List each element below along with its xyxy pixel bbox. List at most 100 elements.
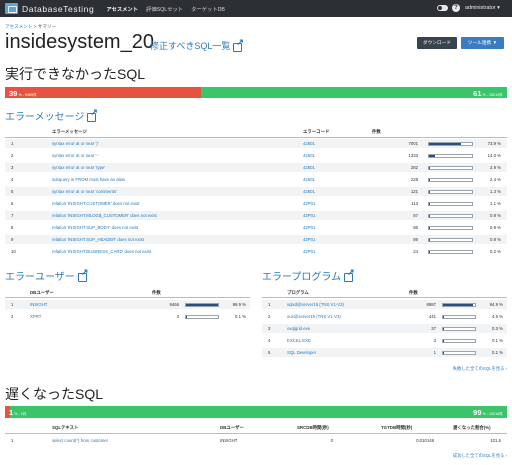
error-message-link[interactable]: syntax error at or near 'comments' bbox=[52, 189, 117, 194]
error-message-link[interactable]: relation 'INSIGHT.CUSTOMER' does not exi… bbox=[52, 201, 139, 206]
table-row: 6 relation 'INSIGHT.CUSTOMER' does not ex… bbox=[5, 199, 507, 208]
share-percent: 4.6 % bbox=[492, 314, 503, 319]
table-header-divider bbox=[262, 297, 507, 298]
error-count: 87 bbox=[413, 213, 418, 218]
page-title: insidesystem_20 bbox=[5, 31, 154, 53]
error-code-link[interactable]: 42P01 bbox=[303, 225, 315, 230]
error-message-link[interactable]: relation 'INSIGHT.BUSINESS_CARD' does no… bbox=[52, 249, 151, 254]
error-code-link[interactable]: 42P01 bbox=[303, 213, 315, 218]
view-all-success-link[interactable]: 成功した全てのSQLを見る › bbox=[453, 453, 507, 459]
row-number: 4 bbox=[268, 338, 271, 343]
external-link-icon[interactable] bbox=[77, 267, 88, 282]
col-slow-ratio: 遅くなった割合(%) bbox=[453, 425, 491, 430]
help-icon[interactable]: ? bbox=[452, 4, 460, 12]
share-bar-fill bbox=[443, 303, 474, 306]
sql-text-link[interactable]: select count(*) from customer bbox=[52, 438, 108, 443]
not-slow-portion bbox=[10, 406, 507, 418]
error-code-link[interactable]: 42601 bbox=[303, 141, 315, 146]
fix-sql-list-label[interactable]: 修正すべきSQL一覧 bbox=[150, 39, 230, 52]
share-bar bbox=[442, 302, 476, 307]
tgt-time: 0.010148 bbox=[416, 438, 434, 443]
share-bar-fill bbox=[443, 315, 445, 318]
share-percent: 1.1 % bbox=[490, 201, 501, 206]
error-count: 86 bbox=[413, 237, 418, 242]
error-message-link[interactable]: relation 'INSIGHT.SUP_HEADER' does not e… bbox=[52, 237, 144, 242]
program-link[interactable]: EXCEL.EXE bbox=[287, 338, 311, 343]
error-code-link[interactable]: 42601 bbox=[303, 177, 315, 182]
failed-ratio-label: 39% - 9469件 bbox=[9, 88, 37, 98]
app-brand[interactable]: DatabaseTesting bbox=[22, 4, 94, 14]
program-link[interactable]: SQL Developer bbox=[287, 350, 316, 355]
row-number: 1 bbox=[11, 302, 14, 307]
row-number: 1 bbox=[268, 302, 271, 307]
table-row: 3 syntax error at or near 'type' 42601 282 2… bbox=[5, 163, 507, 172]
share-bar bbox=[428, 165, 473, 170]
share-bar bbox=[428, 189, 473, 194]
fix-sql-list-link[interactable]: 修正すべきSQL一覧 bbox=[150, 37, 244, 52]
db-user-link[interactable]: INSIGHT bbox=[30, 302, 47, 307]
row-number: 3 bbox=[11, 165, 14, 170]
table-row: 10 relation 'INSIGHT.BUSINESS_CARD' does … bbox=[5, 247, 507, 256]
error-users-heading[interactable]: エラーユーザー bbox=[5, 267, 88, 283]
error-code-link[interactable]: 42P01 bbox=[303, 249, 315, 254]
share-bar-fill bbox=[429, 142, 461, 145]
row-number: 2 bbox=[268, 314, 271, 319]
app-logo-icon[interactable] bbox=[5, 3, 18, 14]
error-count: 37 bbox=[431, 326, 436, 331]
share-bar bbox=[428, 153, 473, 158]
col-tgt-time: TGTDB時間(秒) bbox=[381, 425, 413, 430]
share-bar bbox=[185, 314, 219, 319]
error-code-link[interactable]: 42601 bbox=[303, 153, 315, 158]
table-row: 2 XPRT 3 0.1 % bbox=[5, 312, 250, 321]
share-bar bbox=[428, 237, 473, 242]
table-row: 5 SQL Developer 1 0.1 % bbox=[262, 348, 507, 357]
error-programs-heading[interactable]: エラープログラム bbox=[262, 267, 355, 283]
share-bar bbox=[428, 177, 473, 182]
error-count: 86 bbox=[413, 225, 418, 230]
share-percent: 73.9 % bbox=[487, 141, 501, 146]
share-percent: 0.2 % bbox=[490, 249, 501, 254]
share-percent: 2.4 % bbox=[490, 177, 501, 182]
error-count: 113 bbox=[411, 201, 418, 206]
row-number: 1 bbox=[11, 141, 14, 146]
table-header-divider bbox=[5, 137, 507, 138]
error-code-link[interactable]: 42601 bbox=[303, 165, 315, 170]
nav-target-db[interactable]: ターゲットDB bbox=[191, 5, 225, 13]
src-time: 0 bbox=[330, 438, 333, 443]
col-program: プログラム bbox=[287, 290, 309, 295]
table-row: 8 relation 'INSIGHT.SUP_BODY' does not ex… bbox=[5, 223, 507, 232]
share-percent: 0.3 % bbox=[492, 326, 503, 331]
error-message-link[interactable]: subquery in FROM must have an alias bbox=[52, 177, 125, 182]
row-number: 4 bbox=[11, 177, 14, 182]
row-number: 9 bbox=[11, 237, 14, 242]
error-code-link[interactable]: 42P01 bbox=[303, 201, 315, 206]
error-code-link[interactable]: 42P01 bbox=[303, 237, 315, 242]
share-percent: 14.0 % bbox=[487, 153, 501, 158]
external-link-icon[interactable] bbox=[233, 37, 244, 52]
error-code-link[interactable]: 42601 bbox=[303, 189, 315, 194]
share-bar-fill bbox=[429, 190, 430, 193]
download-button[interactable]: ダウンロード bbox=[417, 37, 457, 49]
theme-toggle[interactable] bbox=[437, 5, 448, 11]
error-messages-heading[interactable]: エラーメッセージ bbox=[5, 107, 98, 123]
share-percent: 0.9 % bbox=[490, 213, 501, 218]
db-user-link[interactable]: XPRT bbox=[30, 314, 41, 319]
external-link-icon[interactable] bbox=[344, 267, 355, 282]
nav-eval-sql-set[interactable]: 評価SQLセット bbox=[146, 5, 183, 13]
program-link[interactable]: sqlxd@server19 (TNS V1-V3) bbox=[287, 302, 344, 307]
db-user: INSIGHT bbox=[220, 438, 238, 443]
breadcrumb-assessment[interactable]: アセスメント bbox=[5, 24, 32, 29]
error-message-link[interactable]: syntax error at or near '-' bbox=[52, 153, 99, 158]
error-message-link[interactable]: syntax error at or near ')' bbox=[52, 141, 99, 146]
row-number: 1 bbox=[11, 438, 14, 443]
nav-assessment[interactable]: アセスメント bbox=[106, 5, 138, 13]
error-message-link[interactable]: relation 'INSIGHT.SUP_BODY' does not exi… bbox=[52, 225, 138, 230]
tools-dropdown-button[interactable]: ツール連携 ▼ bbox=[461, 37, 504, 49]
program-link[interactable]: oux@server19 (TNS V1-V3) bbox=[287, 314, 341, 319]
view-all-failed-link[interactable]: 失敗した全てのSQLを見る › bbox=[453, 366, 507, 372]
user-menu[interactable]: administrator ▾ bbox=[465, 5, 500, 11]
error-message-link[interactable]: syntax error at or near 'type' bbox=[52, 165, 105, 170]
error-message-link[interactable]: relation 'INSIGHT.MLOG$_CUSTOMER' does n… bbox=[52, 213, 157, 218]
external-link-icon[interactable] bbox=[87, 107, 98, 122]
program-link[interactable]: oxqlgrid.exe bbox=[287, 326, 310, 331]
